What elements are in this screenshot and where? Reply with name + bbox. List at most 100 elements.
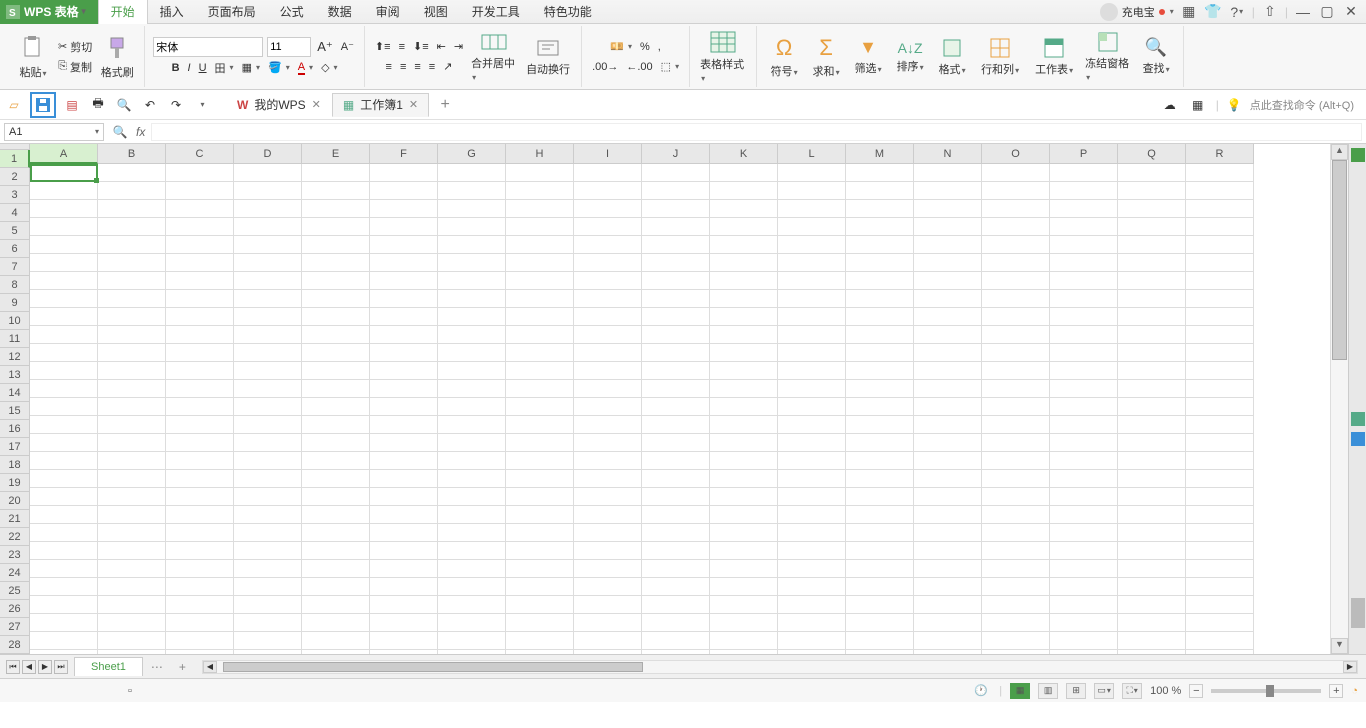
cell[interactable]	[166, 236, 234, 254]
merge-center-button[interactable]: 合并居中▾	[469, 29, 519, 85]
cell[interactable]	[710, 488, 778, 506]
cell[interactable]	[982, 380, 1050, 398]
cell[interactable]	[234, 398, 302, 416]
new-tab-button[interactable]: +	[435, 95, 455, 115]
cell[interactable]	[574, 416, 642, 434]
cell[interactable]	[30, 380, 98, 398]
cell[interactable]	[30, 254, 98, 272]
cell[interactable]	[438, 398, 506, 416]
cell[interactable]	[1186, 344, 1254, 362]
worksheet-button[interactable]: 工作表▾	[1029, 35, 1079, 79]
cell[interactable]	[846, 452, 914, 470]
cell[interactable]	[846, 560, 914, 578]
cell[interactable]	[438, 614, 506, 632]
cell[interactable]	[710, 272, 778, 290]
cell[interactable]	[846, 218, 914, 236]
cell[interactable]	[914, 326, 982, 344]
settings-icon[interactable]: ▦	[1188, 95, 1208, 115]
cell[interactable]	[1118, 326, 1186, 344]
row-header-18[interactable]: 18	[0, 456, 30, 474]
cell[interactable]	[914, 632, 982, 650]
cell[interactable]	[438, 434, 506, 452]
cell[interactable]	[846, 614, 914, 632]
format-button[interactable]: 格式▾	[933, 35, 971, 79]
cell[interactable]	[302, 542, 370, 560]
row-header-19[interactable]: 19	[0, 474, 30, 492]
cell[interactable]	[30, 434, 98, 452]
cell[interactable]	[982, 524, 1050, 542]
font-color-button[interactable]: A▾	[296, 59, 315, 77]
cell[interactable]	[370, 380, 438, 398]
cell[interactable]	[98, 272, 166, 290]
cell[interactable]	[438, 380, 506, 398]
cut-button[interactable]: ✂剪切	[56, 38, 94, 56]
menu-tab-7[interactable]: 开发工具	[460, 0, 532, 24]
cell[interactable]	[302, 272, 370, 290]
cell[interactable]	[30, 452, 98, 470]
cell[interactable]	[642, 164, 710, 182]
page-layout-view-button[interactable]: ▥	[1038, 683, 1058, 699]
cell[interactable]	[574, 380, 642, 398]
cell[interactable]	[1186, 308, 1254, 326]
cell[interactable]	[1118, 470, 1186, 488]
cell[interactable]	[438, 578, 506, 596]
cell[interactable]	[506, 470, 574, 488]
zoom-icon[interactable]: 🔍	[110, 122, 130, 142]
cell[interactable]	[846, 290, 914, 308]
cell[interactable]	[574, 470, 642, 488]
cell[interactable]	[982, 344, 1050, 362]
cell[interactable]	[166, 380, 234, 398]
sidebar-tool-3[interactable]	[1351, 432, 1365, 446]
cell[interactable]	[30, 272, 98, 290]
cell[interactable]	[370, 254, 438, 272]
cell[interactable]	[982, 632, 1050, 650]
cell[interactable]	[914, 254, 982, 272]
cell[interactable]	[1118, 488, 1186, 506]
cell[interactable]	[438, 326, 506, 344]
cell[interactable]	[1186, 434, 1254, 452]
cell[interactable]	[370, 488, 438, 506]
increase-font-button[interactable]: A⁺	[315, 38, 335, 56]
cell[interactable]	[438, 254, 506, 272]
cell[interactable]	[1050, 290, 1118, 308]
cell[interactable]	[30, 362, 98, 380]
cell[interactable]	[574, 650, 642, 654]
cell[interactable]	[234, 218, 302, 236]
cell[interactable]	[914, 182, 982, 200]
cell[interactable]	[1050, 524, 1118, 542]
sidebar-tool-2[interactable]	[1351, 412, 1365, 426]
cell[interactable]	[1186, 506, 1254, 524]
cell[interactable]	[710, 164, 778, 182]
cell[interactable]	[710, 470, 778, 488]
cell[interactable]	[778, 416, 846, 434]
clear-format-button[interactable]: ◇▾	[319, 59, 339, 77]
cell[interactable]	[1186, 290, 1254, 308]
cell[interactable]	[710, 434, 778, 452]
cell[interactable]	[166, 452, 234, 470]
row-header-21[interactable]: 21	[0, 510, 30, 528]
decrease-indent-button[interactable]: ⇤	[435, 38, 448, 56]
cell[interactable]	[1186, 218, 1254, 236]
cell[interactable]	[302, 326, 370, 344]
cell[interactable]	[302, 344, 370, 362]
increase-indent-button[interactable]: ⇥	[452, 38, 465, 56]
cell[interactable]	[302, 614, 370, 632]
cell[interactable]	[914, 416, 982, 434]
cell[interactable]	[166, 398, 234, 416]
menu-tab-8[interactable]: 特色功能	[532, 0, 604, 24]
cell[interactable]	[166, 182, 234, 200]
zoom-in-button[interactable]: +	[1329, 684, 1343, 698]
cell[interactable]	[166, 542, 234, 560]
cell[interactable]	[30, 398, 98, 416]
cell[interactable]	[982, 452, 1050, 470]
cell[interactable]	[710, 650, 778, 654]
new-file-button[interactable]: ▱	[4, 95, 24, 115]
cell[interactable]	[778, 326, 846, 344]
cell[interactable]	[846, 470, 914, 488]
col-header-R[interactable]: R	[1186, 144, 1254, 164]
cell[interactable]	[642, 416, 710, 434]
cell[interactable]	[710, 452, 778, 470]
cell[interactable]	[506, 416, 574, 434]
cell[interactable]	[778, 506, 846, 524]
cell[interactable]	[846, 524, 914, 542]
